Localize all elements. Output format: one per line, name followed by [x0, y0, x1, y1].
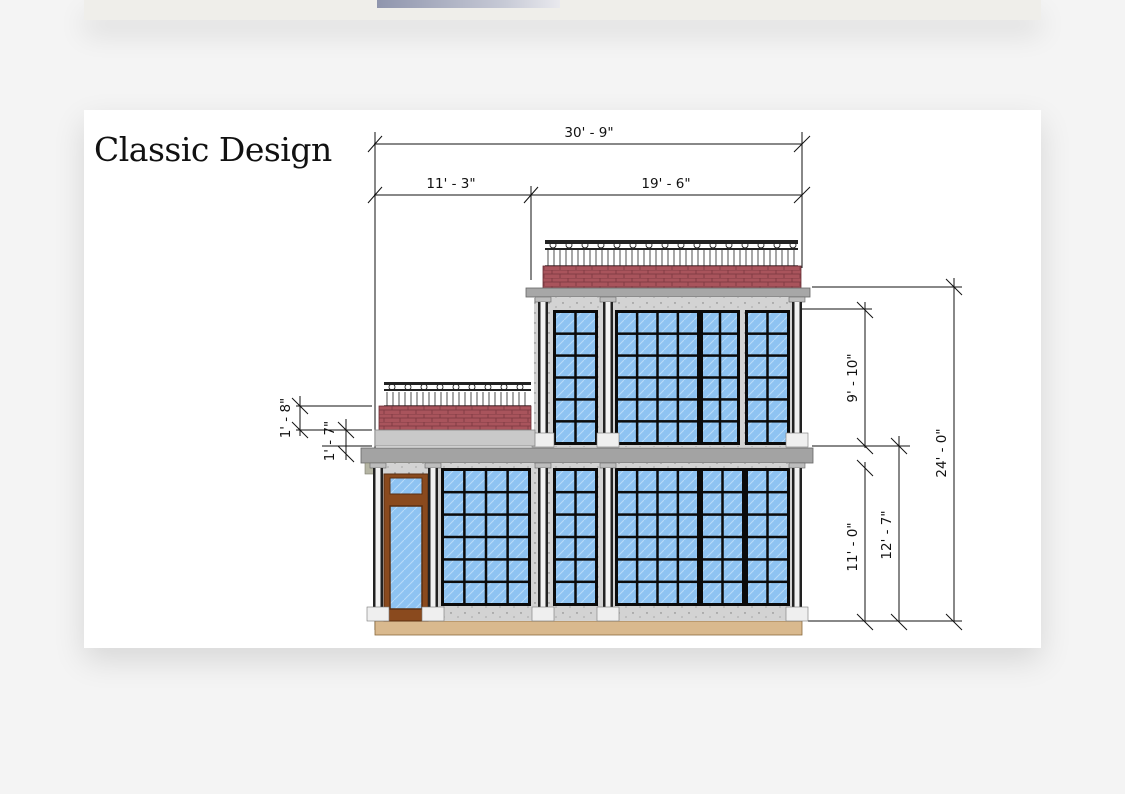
upper-parapet — [542, 265, 802, 289]
previous-design-card[interactable] — [84, 0, 1041, 20]
window — [553, 468, 598, 606]
railing-balusters — [386, 383, 526, 406]
dim-right-width: 19' - 6" — [641, 176, 690, 192]
window — [700, 468, 745, 606]
upper-railing — [545, 240, 798, 267]
entry-door — [383, 473, 429, 622]
window — [745, 468, 790, 606]
terrace-parapet — [378, 405, 532, 431]
window — [553, 310, 598, 445]
terrace-railing — [384, 382, 531, 407]
floor-slab — [360, 447, 814, 464]
classic-design-card[interactable]: Classic Design 30' - 9" 11' - 3" 19' - 6… — [84, 110, 1041, 648]
elevation-drawing: 30' - 9" 11' - 3" 19' - 6" 9' - 10" 24' … — [278, 125, 963, 636]
window — [441, 468, 531, 606]
elevation-thumbnail — [377, 0, 560, 8]
railing-balusters — [547, 241, 797, 266]
dim-ground-floor-height: 11' - 0" — [845, 522, 861, 571]
dim-total-height: 24' - 0" — [934, 428, 950, 477]
window — [745, 310, 790, 445]
window — [615, 310, 700, 445]
upper-windows — [553, 310, 790, 445]
upper-cornice — [525, 287, 811, 298]
dim-ground-to-slab: 12' - 7" — [879, 510, 895, 559]
dim-parapet-height: 1' - 8" — [278, 398, 294, 439]
building-elevation — [360, 240, 814, 636]
dim-upper-floor-height: 9' - 10" — [845, 353, 861, 402]
lower-windows — [441, 468, 790, 606]
dim-left-width: 11' - 3" — [426, 176, 475, 192]
window — [615, 468, 700, 606]
dim-overall-width: 30' - 9" — [564, 125, 613, 141]
window — [700, 310, 740, 445]
dim-slab-thickness: 1' - 7" — [322, 421, 338, 462]
